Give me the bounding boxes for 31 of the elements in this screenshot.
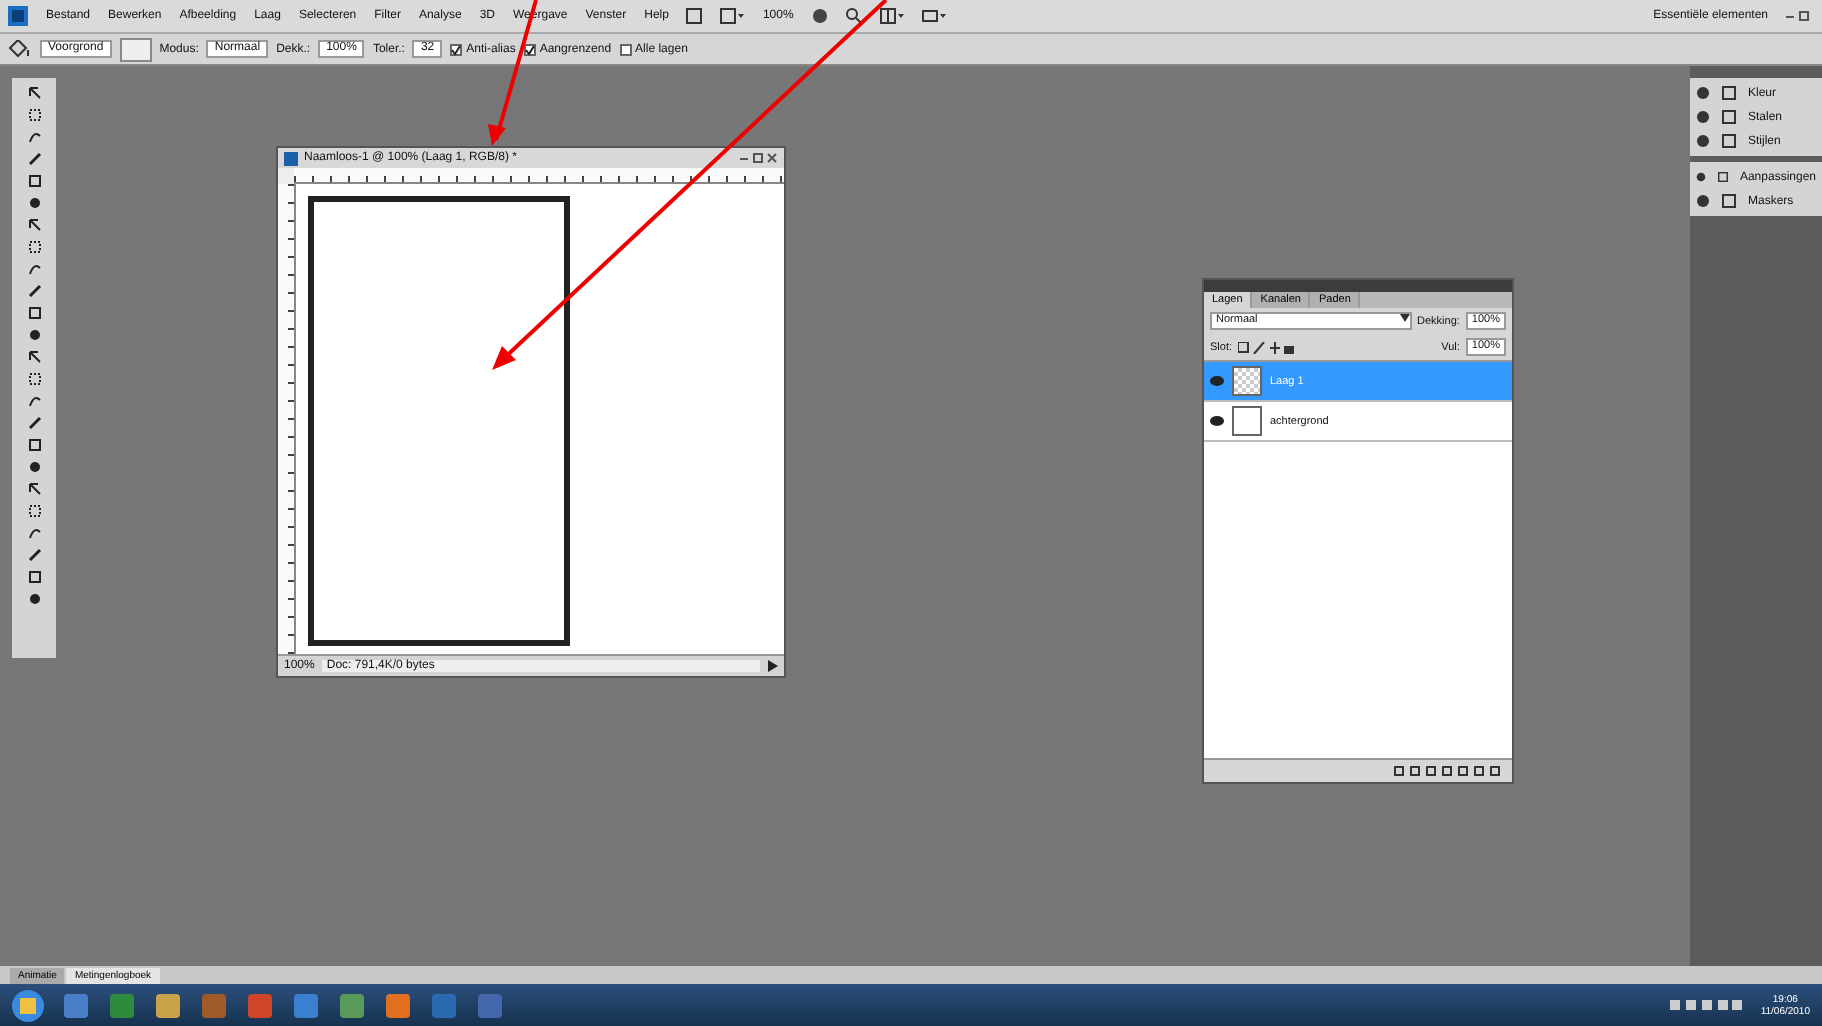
tool-icon[interactable] bbox=[27, 86, 41, 100]
eye-icon[interactable] bbox=[1210, 416, 1224, 426]
window-controls-icon[interactable] bbox=[1786, 10, 1814, 22]
tray-icons-icon[interactable] bbox=[1670, 998, 1743, 1012]
view-extras-icon[interactable] bbox=[720, 8, 745, 24]
taskbar-app-icon[interactable] bbox=[292, 991, 320, 1019]
checkbox[interactable] bbox=[523, 43, 536, 55]
play-icon[interactable] bbox=[768, 660, 778, 672]
taskbar-app-icon[interactable] bbox=[338, 991, 366, 1019]
checkbox[interactable] bbox=[450, 43, 463, 55]
document-icon bbox=[284, 151, 298, 165]
layer-thumbnail bbox=[1232, 406, 1262, 436]
zoom-icon[interactable] bbox=[845, 8, 862, 24]
tool-icon[interactable] bbox=[27, 350, 41, 364]
taskbar-app-icon[interactable] bbox=[384, 991, 412, 1019]
window-controls-icon[interactable] bbox=[738, 152, 778, 164]
checkbox[interactable] bbox=[619, 43, 632, 55]
start-button-icon[interactable] bbox=[12, 989, 44, 1021]
taskbar-app-icon[interactable] bbox=[108, 991, 136, 1019]
tool-icon[interactable] bbox=[27, 482, 41, 496]
taskbar-app-icon[interactable] bbox=[154, 991, 182, 1019]
lock-options-icon[interactable] bbox=[1238, 341, 1295, 353]
taskbar-app-icon[interactable] bbox=[62, 991, 90, 1019]
dropdown-caret-icon bbox=[1399, 314, 1410, 322]
screen-mode-icon[interactable] bbox=[921, 8, 946, 24]
ruler-corner bbox=[278, 168, 294, 184]
layer-thumbnail bbox=[1232, 366, 1262, 396]
arrange-documents-icon[interactable] bbox=[879, 8, 904, 24]
tool-icon[interactable] bbox=[27, 218, 41, 232]
taskbar-app-icon[interactable] bbox=[246, 991, 274, 1019]
pattern-swatch[interactable] bbox=[119, 37, 152, 61]
